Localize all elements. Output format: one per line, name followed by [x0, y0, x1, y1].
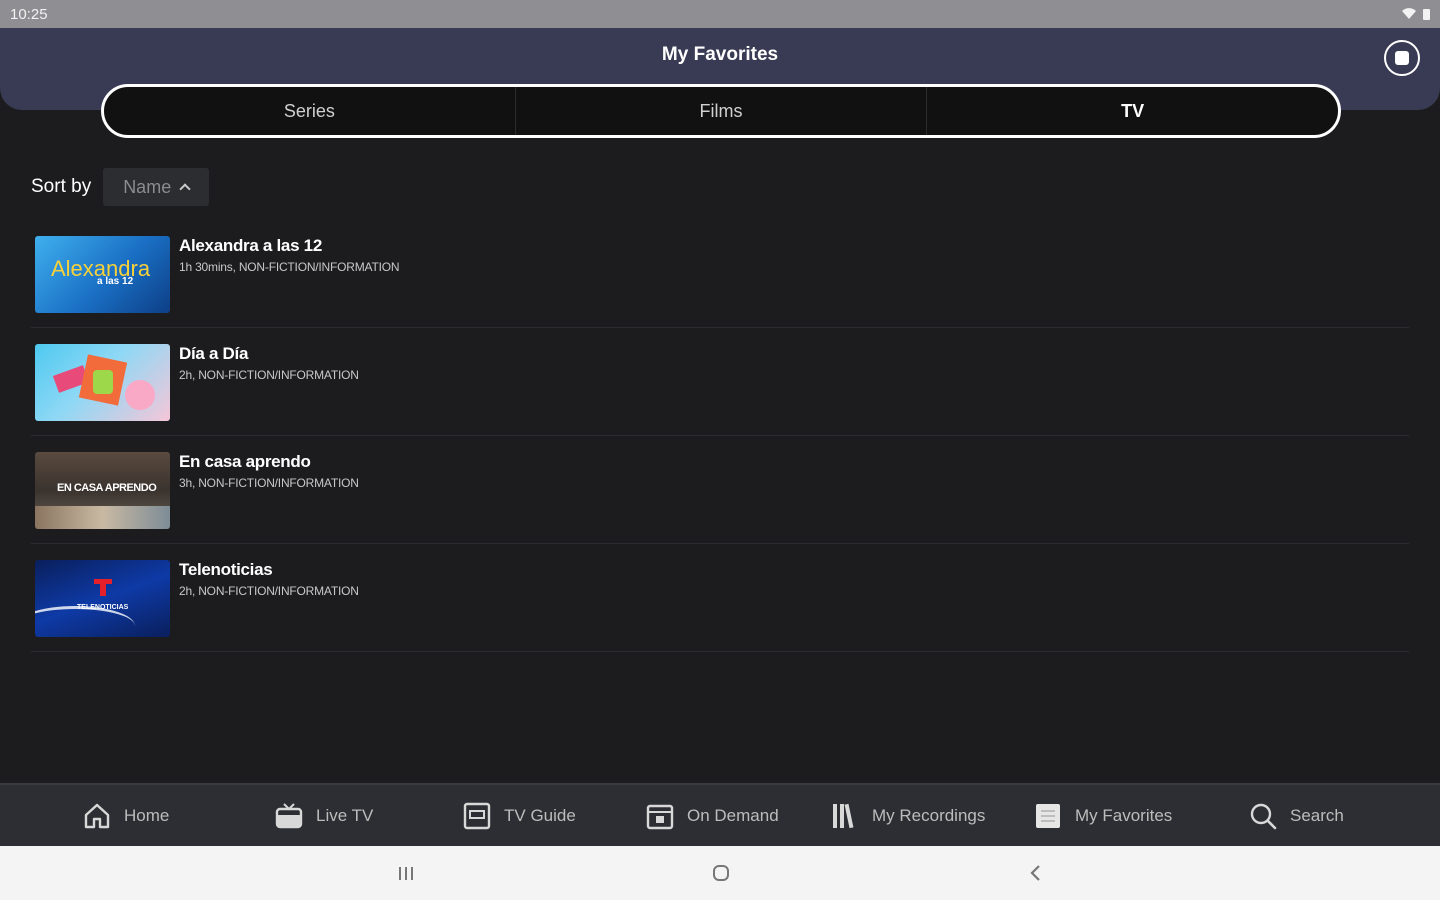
nav-label: TV Guide: [504, 806, 576, 825]
page-title: My Favorites: [661, 44, 779, 65]
thumbnail: [35, 344, 170, 421]
item-title: Alexandra a las 12: [179, 236, 322, 255]
wifi-icon: [1402, 8, 1416, 19]
item-meta: 2h, NON-FICTION/INFORMATION: [179, 368, 359, 382]
telemundo-logo-icon: [94, 579, 112, 596]
item-title: En casa aprendo: [179, 452, 311, 471]
home-icon: [84, 803, 110, 829]
search-icon: [1250, 803, 1277, 830]
nav-my-recordings[interactable]: My Recordings: [830, 801, 985, 831]
list-item[interactable]: Alexandra a las 12 Alexandra a las 12 1h…: [31, 220, 1409, 328]
back-button[interactable]: [1022, 860, 1050, 886]
thumbnail: TELENOTICIAS: [35, 560, 170, 637]
tab-series[interactable]: Series: [104, 87, 516, 135]
thumbnail: Alexandra a las 12: [35, 236, 170, 313]
nav-search[interactable]: Search: [1248, 801, 1344, 831]
favorites-icon: [1036, 804, 1060, 828]
nav-label: On Demand: [687, 806, 779, 825]
system-nav-bar: [0, 846, 1440, 900]
thumbnail-graphic: [93, 370, 113, 394]
settings-icon: [1395, 51, 1409, 65]
back-icon: [1030, 865, 1040, 881]
tab-films[interactable]: Films: [516, 87, 928, 135]
thumbnail-text: EN CASA APRENDO: [57, 482, 157, 494]
nav-label: My Recordings: [872, 806, 986, 825]
list-item[interactable]: TELENOTICIAS Telenoticias 2h, NON-FICTIO…: [31, 544, 1409, 652]
item-meta: 3h, NON-FICTION/INFORMATION: [179, 476, 359, 490]
home-system-button[interactable]: [707, 860, 735, 886]
status-time: 10:25: [10, 5, 48, 23]
sort-row: Sort by Name: [31, 168, 210, 206]
recent-apps-icon: [399, 867, 413, 880]
thumbnail-graphic: [35, 506, 170, 529]
battery-icon: [1423, 8, 1430, 20]
sort-label: Sort by: [31, 176, 92, 197]
category-tabs: Series Films TV: [101, 84, 1341, 138]
item-meta: 2h, NON-FICTION/INFORMATION: [179, 584, 359, 598]
settings-button[interactable]: [1384, 40, 1420, 76]
sort-value: Name: [123, 176, 172, 197]
nav-live-tv[interactable]: Live TV: [274, 801, 373, 831]
nav-label: Home: [124, 806, 170, 825]
thumbnail: EN CASA APRENDO: [35, 452, 170, 529]
on-demand-icon: [646, 804, 674, 830]
tv-icon: [275, 803, 303, 829]
thumbnail-text: TELENOTICIAS: [77, 604, 129, 611]
nav-home[interactable]: Home: [82, 801, 169, 831]
item-title: Telenoticias: [179, 560, 273, 579]
favorites-list: Alexandra a las 12 Alexandra a las 12 1h…: [31, 220, 1409, 652]
list-item[interactable]: EN CASA APRENDO En casa aprendo 3h, NON-…: [31, 436, 1409, 544]
nav-label: My Favorites: [1075, 806, 1173, 825]
list-item[interactable]: Día a Día 2h, NON-FICTION/INFORMATION: [31, 328, 1409, 436]
nav-on-demand[interactable]: On Demand: [645, 801, 779, 831]
sort-dropdown[interactable]: Name: [103, 168, 210, 206]
recent-apps-button[interactable]: [392, 860, 420, 886]
guide-icon: [463, 802, 491, 830]
tab-tv[interactable]: TV: [927, 87, 1338, 135]
chevron-up-icon: [179, 183, 191, 195]
item-title: Día a Día: [179, 344, 249, 363]
item-meta: 1h 30mins, NON-FICTION/INFORMATION: [179, 260, 400, 274]
nav-label: Search: [1290, 806, 1344, 825]
thumbnail-subtext: a las 12: [97, 276, 134, 287]
thumbnail-graphic: [125, 380, 155, 410]
status-bar: 10:25: [0, 0, 1440, 28]
nav-label: Live TV: [316, 806, 374, 825]
bottom-nav: Home Live TV TV Guide On Demand My Recor…: [0, 783, 1440, 846]
nav-my-favorites[interactable]: My Favorites: [1033, 801, 1172, 831]
nav-tv-guide[interactable]: TV Guide: [462, 801, 576, 831]
status-icons: [1401, 8, 1430, 20]
recordings-icon: [833, 803, 854, 829]
home-circle-icon: [713, 865, 729, 881]
